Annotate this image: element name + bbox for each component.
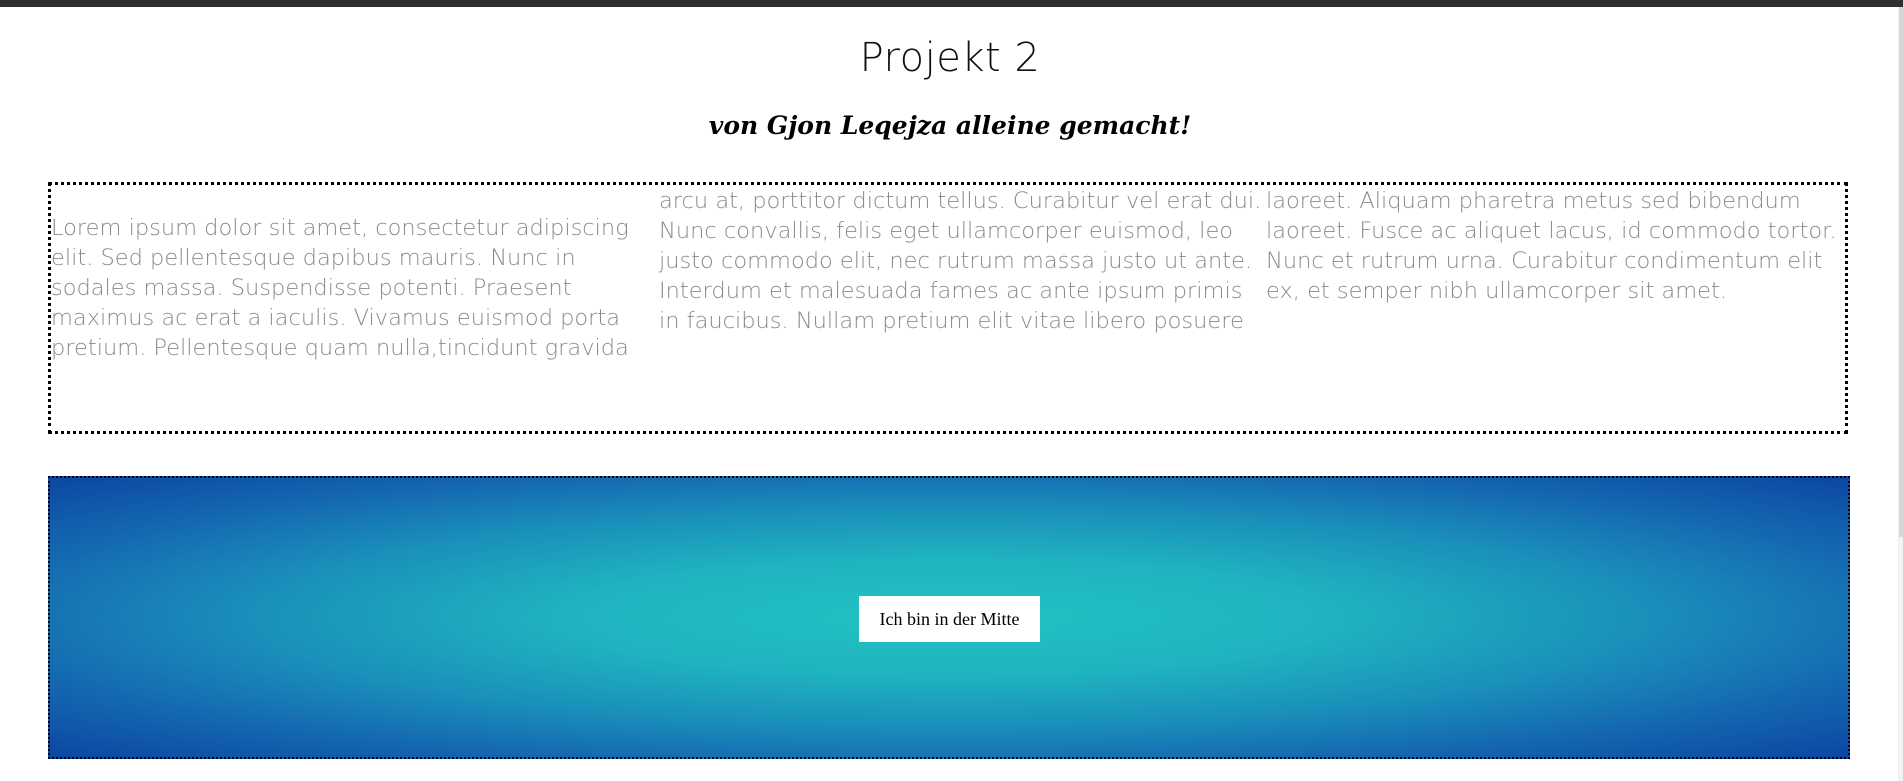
text-line: justo commodo elit, nec rutrum massa jus… [659,248,1253,274]
page-subtitle: von Gjon Leqejza alleine gemacht! [708,111,1192,140]
text-column-3: laoreet. Aliquam pharetra metus sed bibe… [1266,186,1845,306]
dotted-text-box: Lorem ipsum dolor sit amet, consectetur … [48,182,1848,434]
text-line: Lorem ipsum dolor sit amet, consectetur … [51,215,629,241]
text-line: ex, et semper nibh ullamcorper sit amet. [1266,278,1727,304]
text-column-1: Lorem ipsum dolor sit amet, consectetur … [51,213,636,363]
text-line: Nunc et rutrum urna. Curabitur condiment… [1266,248,1823,274]
scrollbar-thumb[interactable] [1899,7,1903,537]
center-button[interactable]: Ich bin in der Mitte [859,596,1040,642]
text-line: pretium. Pellentesque quam nulla,tincidu… [51,335,629,361]
text-line: Nunc convallis, felis eget ullamcorper e… [659,218,1234,244]
text-columns: Lorem ipsum dolor sit amet, consectetur … [51,185,1845,431]
text-line: elit. Sed pellentesque dapibus mauris. N… [51,245,576,271]
text-line: sodales massa. Suspendisse potenti. Prae… [51,275,572,301]
text-line: maximus ac erat a iaculis. Vivamus euism… [51,305,621,331]
text-line: in faucibus. Nullam pretium elit vitae l… [659,308,1244,334]
text-line: Interdum et malesuada fames ac ante ipsu… [659,278,1243,304]
text-line: laoreet. Fusce ac aliquet lacus, id comm… [1266,218,1837,244]
browser-top-bar [0,0,1903,7]
text-line: laoreet. Aliquam pharetra metus sed bibe… [1266,188,1801,214]
text-column-2: arcu at, porttitor dictum tellus. Curabi… [659,186,1262,336]
text-line: arcu at, porttitor dictum tellus. Curabi… [659,188,1262,214]
page-title: Projekt 2 [859,35,1041,81]
